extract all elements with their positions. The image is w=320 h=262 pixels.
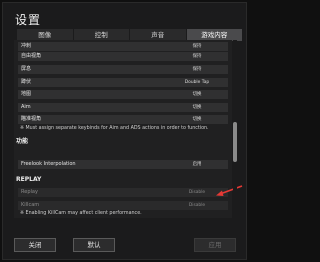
setting-row-crouch[interactable]: 蹲伏 Double Tap [18,78,228,87]
section-function: 功能 [16,138,29,145]
setting-label: 地图 [21,91,32,97]
scrollbar[interactable] [233,40,237,218]
setting-label: 屏息 [21,66,32,72]
scrollbar-thumb[interactable] [233,122,237,162]
setting-label: 自由视角 [21,53,42,59]
setting-value[interactable]: 切换 [166,115,228,124]
setting-value[interactable]: Disable [166,201,228,210]
setting-row-aim[interactable]: Aim 切换 [18,103,228,112]
setting-value[interactable]: 保持 [166,42,228,51]
setting-label: 蹲伏 [21,79,32,85]
setting-label: 冲刺 [21,43,32,49]
setting-row-freelook[interactable]: 自由视角 保持 [18,52,228,61]
setting-label: Aim [21,104,31,110]
setting-value[interactable]: 启用 [166,160,228,169]
aim-note: ※ Must assign separate keybinds for Aim … [20,126,209,131]
setting-row-sprint[interactable]: 冲刺 保持 [18,42,228,51]
setting-label: Killcam [21,202,40,208]
settings-list: 冲刺 保持 自由视角 保持 屏息 保持 蹲伏 Double Tap 地图 切换 … [14,40,232,218]
apply-button[interactable]: 应用 [194,238,236,252]
close-button[interactable]: 关闭 [14,238,56,252]
setting-value[interactable]: 保持 [166,65,228,74]
setting-label: Replay [21,189,38,195]
killcam-note: ※ Enabling KillCam may affect client per… [20,211,142,216]
setting-value[interactable]: 保持 [166,52,228,61]
setting-value[interactable]: 切换 [166,90,228,99]
setting-label: Freelook Interpolation [21,161,76,167]
setting-row-map[interactable]: 地图 切换 [18,90,228,99]
setting-label: 瞄准视角 [21,116,42,122]
default-button[interactable]: 默认 [73,238,115,252]
setting-row-hold-breath[interactable]: 屏息 保持 [18,65,228,74]
section-replay: REPLAY [16,176,42,183]
setting-row-freelook-interpolation[interactable]: Freelook Interpolation 启用 [18,160,228,169]
setting-row-replay[interactable]: Replay Disable [18,188,228,197]
setting-value[interactable]: 切换 [166,103,228,112]
setting-row-ads[interactable]: 瞄准视角 切换 [18,115,228,124]
setting-value[interactable]: Double Tap [166,78,228,87]
window-title: 设置 [15,13,42,27]
setting-row-killcam[interactable]: Killcam Disable [18,201,228,210]
annotation-arrow-icon [216,185,243,196]
